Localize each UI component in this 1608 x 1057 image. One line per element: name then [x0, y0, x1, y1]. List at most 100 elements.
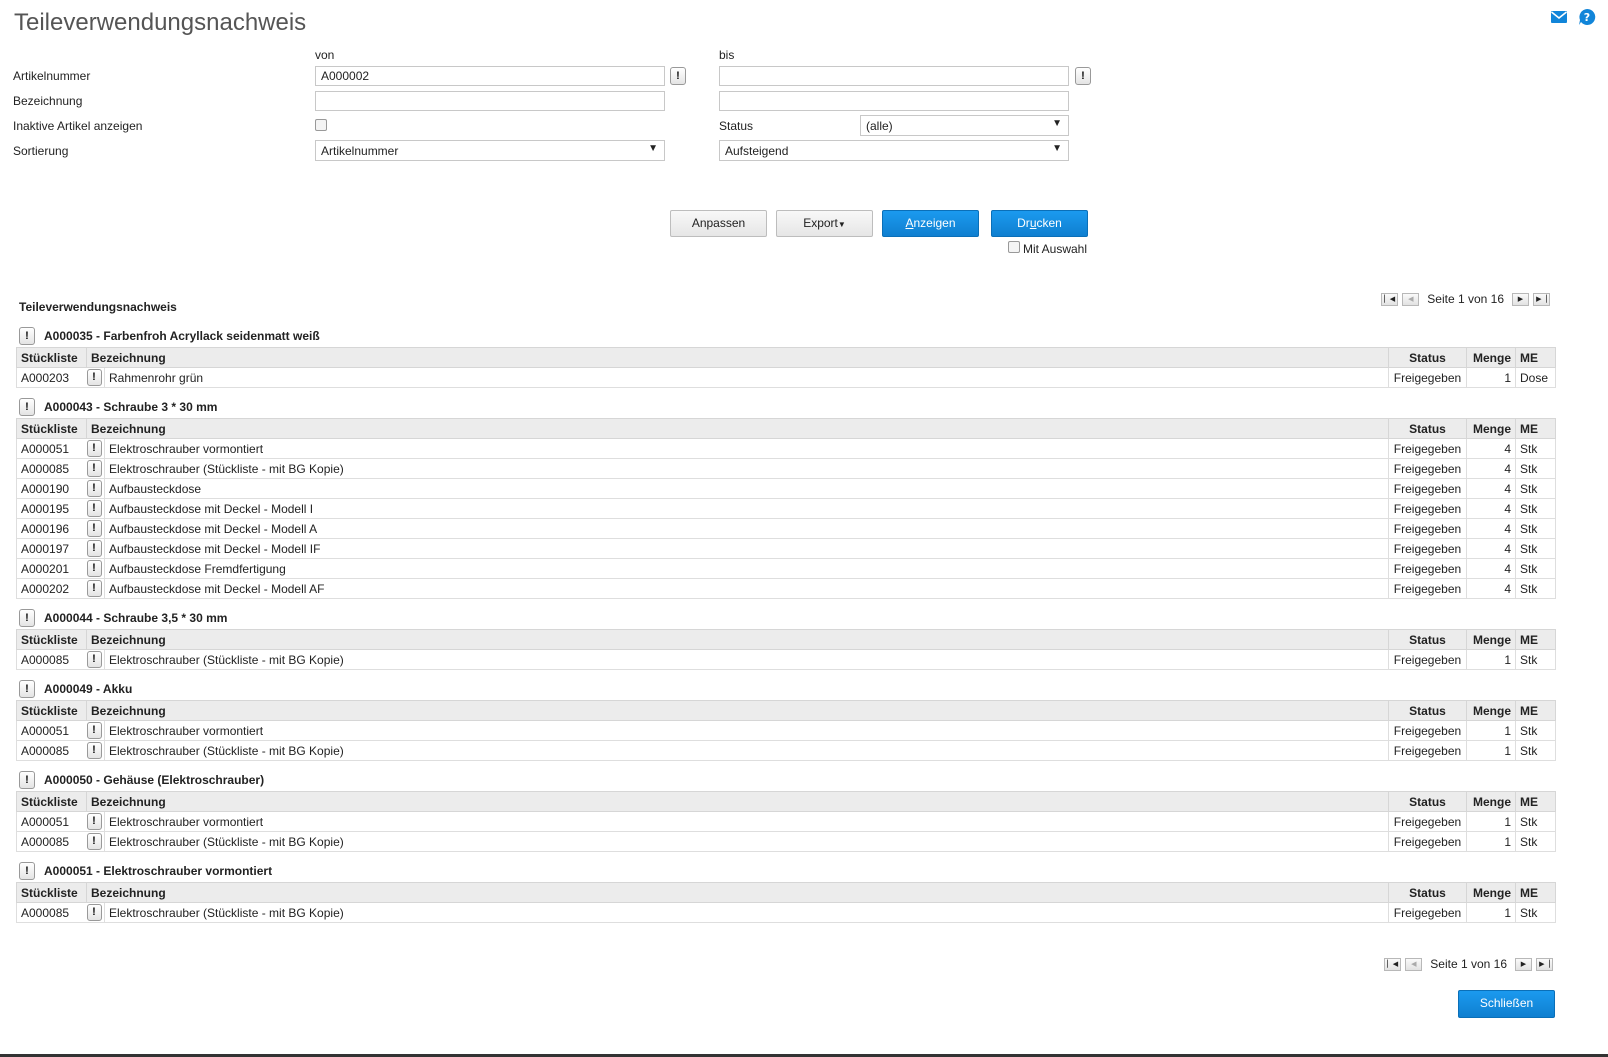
- table-row[interactable]: A000195! Aufbausteckdose mit Deckel - Mod…: [16, 498, 1556, 519]
- prev-page-icon[interactable]: ◀: [1405, 957, 1423, 971]
- group-table: Stückliste Bezeichnung Status Menge ME A00005…: [16, 791, 1556, 852]
- table-header-row: Stückliste Bezeichnung Status Menge ME: [16, 791, 1556, 812]
- last-page-icon[interactable]: ▶▕: [1536, 957, 1553, 971]
- row-detail-button[interactable]: !: [86, 480, 102, 497]
- group-detail-button[interactable]: !: [19, 771, 35, 789]
- table-row[interactable]: A000051! Elektroschrauber vormontiert Frei…: [16, 720, 1556, 741]
- group-heading: ! A000044 - Schraube 3,5 * 30 mm: [16, 607, 1556, 629]
- prev-page-icon[interactable]: ◀: [1402, 292, 1420, 306]
- cell-unit: Stk: [1515, 458, 1556, 479]
- group-detail-button[interactable]: !: [19, 680, 35, 698]
- cell-description: Aufbausteckdose Fremdfertigung: [104, 558, 1389, 579]
- cell-unit: Stk: [1515, 478, 1556, 499]
- table-row[interactable]: A000051! Elektroschrauber vormontiert Frei…: [16, 438, 1556, 459]
- column-header-description: Bezeichnung: [86, 882, 1389, 903]
- first-page-icon[interactable]: ▏◀: [1381, 292, 1399, 306]
- show-button[interactable]: Anzeigen: [882, 210, 979, 237]
- print-button[interactable]: Drucken: [991, 210, 1088, 237]
- row-detail-button[interactable]: !: [86, 742, 102, 759]
- cell-detail: !: [86, 558, 105, 579]
- cell-qty: 1: [1466, 367, 1516, 388]
- group-detail-button[interactable]: !: [19, 609, 35, 627]
- row-detail-button[interactable]: !: [86, 580, 102, 597]
- row-detail-button[interactable]: !: [86, 651, 102, 668]
- column-header-qty: Menge: [1466, 700, 1516, 721]
- first-page-icon[interactable]: ▏◀: [1384, 957, 1402, 971]
- cell-description: Elektroschrauber (Stückliste - mit BG Ko…: [104, 902, 1389, 923]
- table-row[interactable]: A000202! Aufbausteckdose mit Deckel - Mod…: [16, 578, 1556, 599]
- row-detail-button[interactable]: !: [86, 904, 102, 921]
- cell-bom: A000197: [16, 538, 87, 559]
- adjust-button[interactable]: Anpassen: [670, 210, 767, 237]
- row-detail-button[interactable]: !: [86, 722, 102, 739]
- table-row[interactable]: A000085! Elektroschrauber (Stückliste - m…: [16, 458, 1556, 479]
- last-page-icon[interactable]: ▶▕: [1533, 292, 1550, 306]
- group-heading-text: A000043 - Schraube 3 * 30 mm: [44, 400, 218, 414]
- cell-status: Freigegeben: [1388, 518, 1467, 539]
- articlenumber-to-lookup-button[interactable]: !: [1075, 67, 1091, 85]
- column-header-qty: Menge: [1466, 791, 1516, 812]
- table-row[interactable]: A000085! Elektroschrauber (Stückliste - m…: [16, 649, 1556, 670]
- group-detail-button[interactable]: !: [19, 862, 35, 880]
- cell-status: Freigegeben: [1388, 740, 1467, 761]
- sort-label: Sortierung: [13, 144, 69, 158]
- table-row[interactable]: A000085! Elektroschrauber (Stückliste - m…: [16, 902, 1556, 923]
- sort-order-select[interactable]: Aufsteigend ▼: [719, 140, 1069, 161]
- mail-icon[interactable]: [1550, 8, 1568, 26]
- cell-qty: 4: [1466, 438, 1516, 459]
- cell-qty: 1: [1466, 720, 1516, 741]
- table-row[interactable]: A000197! Aufbausteckdose mit Deckel - Mod…: [16, 538, 1556, 559]
- cell-description: Elektroschrauber vormontiert: [104, 720, 1389, 741]
- table-row[interactable]: A000203! Rahmenrohr grün Freigegeben 1 Dose: [16, 367, 1556, 388]
- group-detail-button[interactable]: !: [19, 327, 35, 345]
- row-detail-button[interactable]: !: [86, 520, 102, 537]
- report-title: Teileverwendungsnachweis: [19, 300, 177, 314]
- sort-field-select[interactable]: Artikelnummer ▼: [315, 140, 665, 161]
- row-detail-button[interactable]: !: [86, 460, 102, 477]
- row-detail-button[interactable]: !: [86, 369, 102, 386]
- next-page-icon[interactable]: ▶: [1512, 292, 1529, 306]
- cell-status: Freigegeben: [1388, 498, 1467, 519]
- row-detail-button[interactable]: !: [86, 440, 102, 457]
- column-header-unit: ME: [1515, 629, 1556, 650]
- row-detail-button[interactable]: !: [86, 540, 102, 557]
- cell-bom: A000203: [16, 367, 87, 388]
- table-row[interactable]: A000085! Elektroschrauber (Stückliste - m…: [16, 831, 1556, 852]
- row-detail-button[interactable]: !: [86, 560, 102, 577]
- row-detail-button[interactable]: !: [86, 500, 102, 517]
- table-header-row: Stückliste Bezeichnung Status Menge ME: [16, 418, 1556, 439]
- next-page-icon[interactable]: ▶: [1515, 957, 1532, 971]
- chevron-down-icon: ▼: [1052, 118, 1062, 129]
- status-select[interactable]: (alle) ▼: [860, 115, 1069, 136]
- table-row[interactable]: A000051! Elektroschrauber vormontiert Frei…: [16, 811, 1556, 832]
- row-detail-button[interactable]: !: [86, 833, 102, 850]
- table-row[interactable]: A000201! Aufbausteckdose Fremdfertigung Fr…: [16, 558, 1556, 579]
- cell-unit: Stk: [1515, 438, 1556, 459]
- close-button[interactable]: Schließen: [1458, 990, 1555, 1018]
- description-from-input[interactable]: [315, 91, 665, 111]
- row-detail-button[interactable]: !: [86, 813, 102, 830]
- svg-text:?: ?: [1584, 11, 1590, 24]
- help-icon[interactable]: ?: [1578, 8, 1596, 26]
- articlenumber-from-input[interactable]: [315, 66, 665, 86]
- cell-detail: !: [86, 740, 105, 761]
- cell-qty: 4: [1466, 478, 1516, 499]
- export-button[interactable]: Export▼: [776, 210, 873, 237]
- inactive-articles-checkbox[interactable]: [315, 119, 327, 131]
- table-row[interactable]: A000085! Elektroschrauber (Stückliste - m…: [16, 740, 1556, 761]
- description-to-input[interactable]: [719, 91, 1069, 111]
- group-detail-button[interactable]: !: [19, 398, 35, 416]
- cell-bom: A000085: [16, 649, 87, 670]
- cell-description: Aufbausteckdose mit Deckel - Modell I: [104, 498, 1389, 519]
- pager-bottom: ▏◀ ◀ Seite 1 von 16 ▶ ▶▕: [1384, 957, 1553, 971]
- cell-detail: !: [86, 367, 105, 388]
- with-selection-checkbox[interactable]: [1008, 241, 1020, 253]
- group-heading: ! A000050 - Gehäuse (Elektroschrauber): [16, 769, 1556, 791]
- articlenumber-to-input[interactable]: [719, 66, 1069, 86]
- articlenumber-from-lookup-button[interactable]: !: [670, 67, 686, 85]
- cell-detail: !: [86, 811, 105, 832]
- cell-detail: !: [86, 518, 105, 539]
- table-row[interactable]: A000196! Aufbausteckdose mit Deckel - Mod…: [16, 518, 1556, 539]
- table-row[interactable]: A000190! Aufbausteckdose Freigegeben 4 Stk: [16, 478, 1556, 499]
- column-head-from: von: [315, 48, 335, 62]
